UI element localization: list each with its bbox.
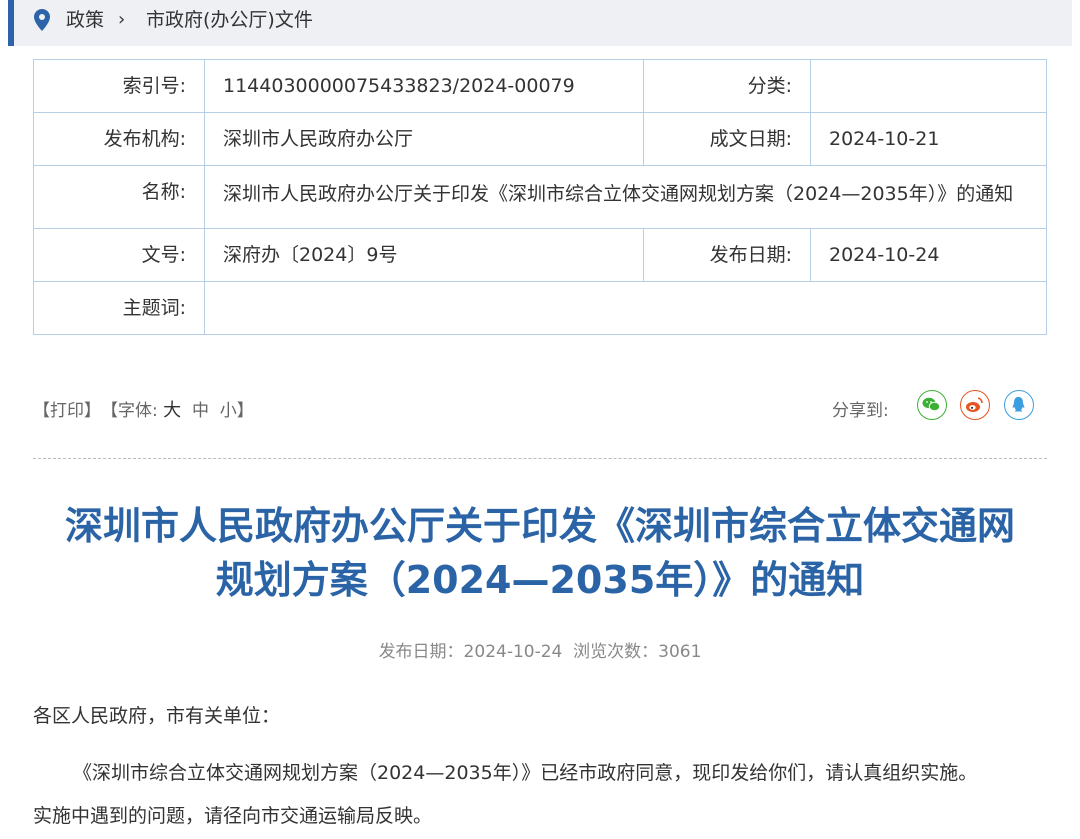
- keywords-label: 主题词:: [33, 281, 205, 335]
- issuer-label: 发布机构:: [33, 112, 205, 166]
- name-value: 深圳市人民政府办公厅关于印发《深圳市综合立体交通网规划方案（2024—2035年…: [204, 165, 1047, 229]
- weibo-icon[interactable]: [960, 390, 990, 420]
- font-large-button[interactable]: 大: [163, 396, 181, 422]
- paragraph-line2: 实施中遇到的问题，请径向市交通运输局反映。: [33, 805, 433, 827]
- index-value: 1144030000075433823/2024-00079: [204, 59, 644, 113]
- docno-value: 深府办〔2024〕9号: [204, 228, 644, 282]
- article-title-line1: 深圳市人民政府办公厅关于印发《深圳市综合立体交通网: [64, 504, 1015, 548]
- keywords-value: [204, 281, 1047, 335]
- section-divider: [33, 458, 1047, 459]
- category-label: 分类:: [643, 59, 811, 113]
- index-label: 索引号:: [33, 59, 205, 113]
- font-medium-button[interactable]: 中: [192, 396, 209, 421]
- docno-label: 文号:: [33, 228, 205, 282]
- wechat-icon[interactable]: [917, 390, 947, 420]
- name-label: 名称:: [33, 165, 205, 229]
- font-size-suffix: 】: [236, 401, 254, 421]
- written-date-value: 2024-10-21: [810, 112, 1047, 166]
- issuer-value: 深圳市人民政府办公厅: [204, 112, 644, 166]
- article-tools: 【打印】【字体: 大 中 小】: [33, 396, 254, 422]
- print-button[interactable]: 【打印】: [33, 396, 101, 421]
- pub-date-value: 2024-10-24: [810, 228, 1047, 282]
- qq-icon[interactable]: [1004, 390, 1034, 420]
- article-title-line2: 规划方案（2024—2035年）》的通知: [215, 558, 865, 602]
- breadcrumb-policy-link[interactable]: 政策: [66, 8, 104, 32]
- pub-date-label: 发布日期:: [643, 228, 811, 282]
- salutation: 各区人民政府，市有关单位：: [33, 705, 281, 727]
- share-label: 分享到:: [832, 401, 889, 421]
- document-meta-table: 索引号: 1144030000075433823/2024-00079 分类: …: [33, 59, 1047, 335]
- font-size-prefix: 【字体:: [101, 401, 158, 421]
- font-small-button[interactable]: 小: [220, 396, 237, 421]
- paragraph-line1: 《深圳市综合立体交通网规划方案（2024—2035年）》已经市政府同意，现印发给…: [73, 762, 978, 784]
- publish-info: 发布日期：2024-10-24 浏览次数：3061: [378, 642, 702, 662]
- category-value: [810, 59, 1047, 113]
- breadcrumb-current[interactable]: 市政府(办公厅)文件: [146, 8, 313, 32]
- article-title: 深圳市人民政府办公厅关于印发《深圳市综合立体交通网 规划方案（2024—2035…: [20, 499, 1060, 607]
- written-date-label: 成文日期:: [643, 112, 811, 166]
- breadcrumb-separator: ›: [118, 9, 126, 30]
- location-pin-icon: [34, 9, 50, 31]
- breadcrumb: 政策 › 市政府(办公厅)文件: [8, 0, 1072, 46]
